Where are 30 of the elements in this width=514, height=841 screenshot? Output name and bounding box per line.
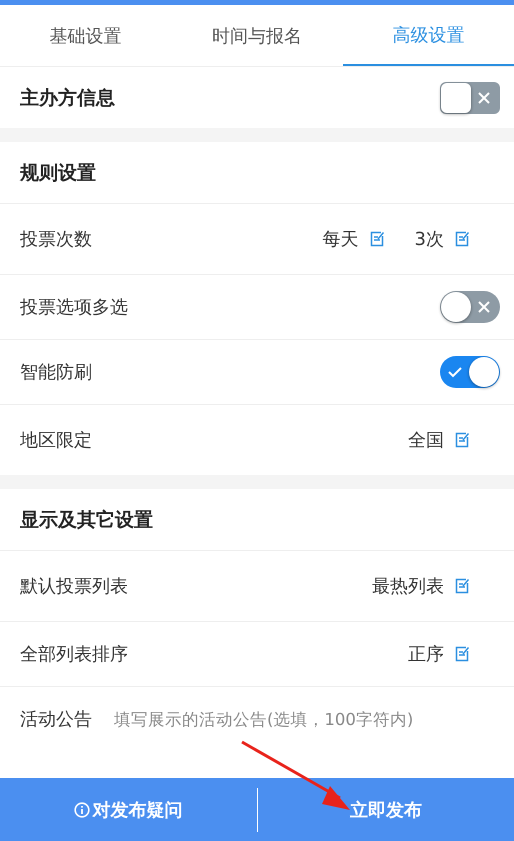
toggle-switch[interactable] (440, 82, 500, 114)
edit-icon (454, 231, 470, 247)
edit-icon (368, 231, 385, 247)
input-field[interactable]: 填写展示的活动公告(选填，100字符内) (112, 708, 500, 730)
setting-value[interactable]: 每天 (322, 227, 359, 251)
close-icon (478, 92, 490, 104)
row-label: 默认投票列表 (20, 575, 128, 598)
row-label: 智能防刷 (20, 361, 92, 384)
section-title: 显示及其它设置 (20, 508, 153, 532)
edit-icon (454, 646, 470, 662)
section-title: 规则设置 (20, 160, 96, 186)
row-label: 全部列表排序 (20, 643, 128, 666)
row-label: 地区限定 (20, 429, 92, 452)
tab[interactable]: 时间与报名 (171, 5, 343, 66)
row-label: 活动公告 (20, 708, 92, 731)
toggle-switch[interactable] (440, 291, 500, 323)
info-icon (74, 802, 90, 818)
edit-icon (454, 578, 470, 594)
setting-value[interactable]: 全国 (408, 428, 444, 452)
setting-value[interactable]: 正序 (408, 642, 444, 666)
row-label: 投票次数 (20, 228, 92, 251)
setting-value[interactable]: 最热列表 (372, 574, 444, 598)
section-title: 主办方信息 (20, 86, 115, 110)
tab[interactable]: 基础设置 (0, 5, 172, 66)
toggle-switch[interactable] (440, 356, 500, 388)
setting-value[interactable]: 3次 (414, 227, 444, 251)
edit-icon (454, 432, 470, 448)
close-icon (478, 301, 490, 313)
check-icon (448, 366, 462, 378)
row-label: 投票选项多选 (20, 296, 128, 319)
